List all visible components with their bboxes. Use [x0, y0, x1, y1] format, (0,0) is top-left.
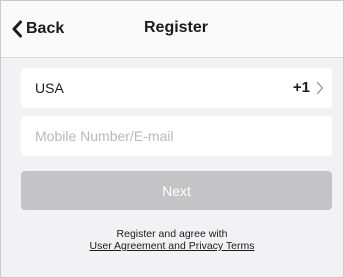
agreement-notice: Register and agree with User Agreement a… — [1, 228, 343, 252]
page-title: Register — [143, 19, 209, 36]
next-button[interactable]: Next — [21, 171, 332, 210]
agreement-text: Register and agree with — [116, 228, 228, 240]
user-agreement-link[interactable]: User Agreement and Privacy Terms — [90, 240, 255, 252]
navigation-bar: Back Register — [1, 1, 343, 58]
mobile-email-input[interactable] — [21, 116, 332, 156]
dial-code: +1 — [292, 79, 310, 96]
country-name: USA — [35, 80, 64, 96]
account-field-container — [21, 116, 332, 156]
country-selector[interactable]: USA +1 — [21, 68, 332, 108]
chevron-right-icon — [316, 81, 324, 95]
